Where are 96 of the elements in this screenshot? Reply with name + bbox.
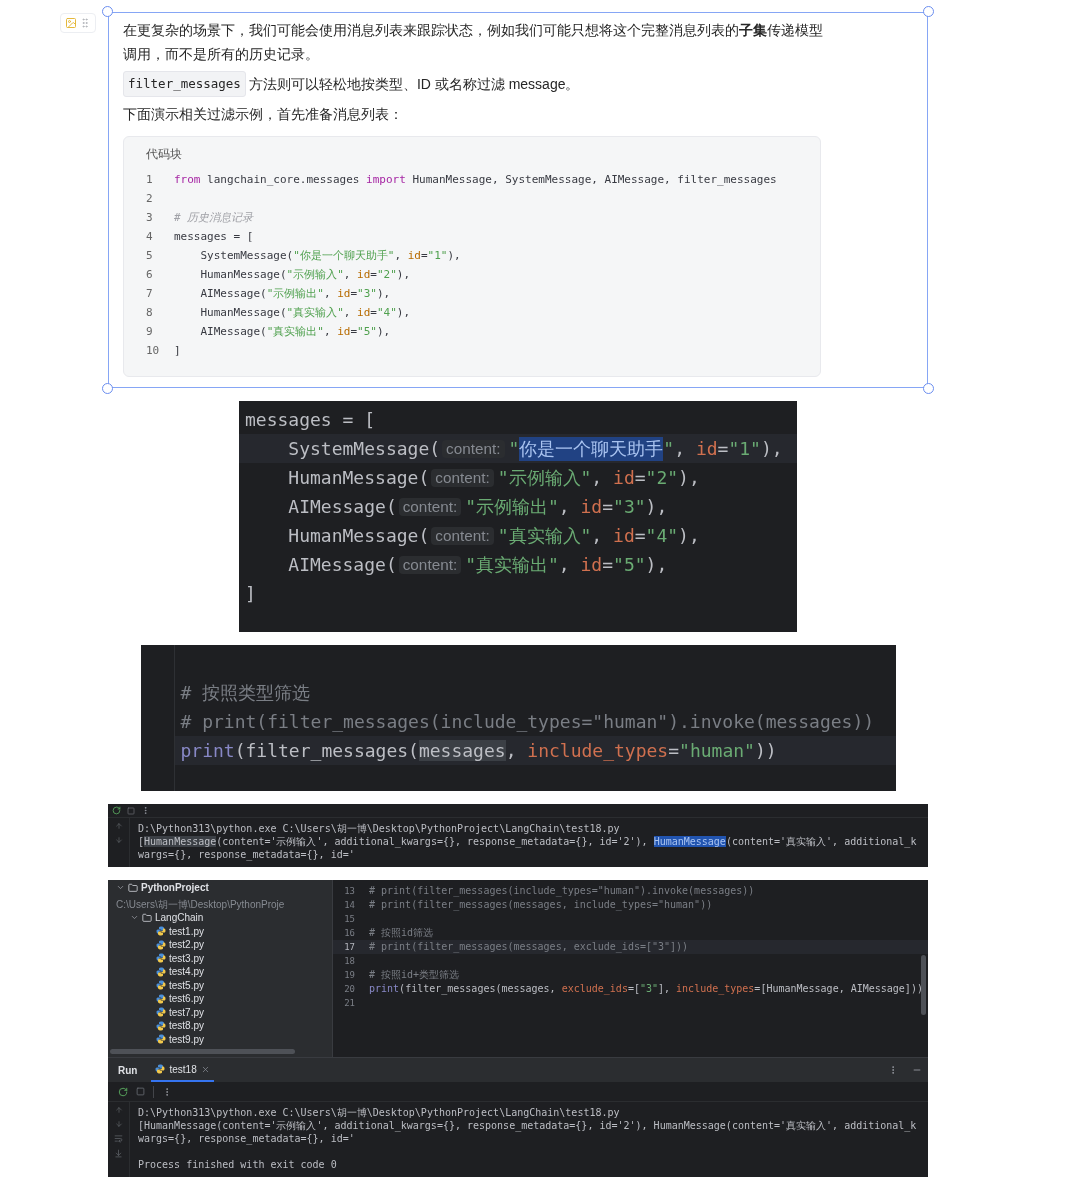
code-line: # 按照id+类型筛选 xyxy=(368,968,461,982)
code-line: # 历史消息记录 xyxy=(174,210,254,225)
python-file-icon xyxy=(156,993,166,1004)
resize-handle[interactable] xyxy=(923,6,934,17)
folder-tree-item[interactable]: LangChain xyxy=(108,911,332,925)
code-line: # 按照类型筛选 xyxy=(179,680,312,705)
python-file-icon xyxy=(156,966,166,977)
code-line: HumanMessage("示例输入", id="2"), xyxy=(199,267,411,282)
line-number: 15 xyxy=(343,913,356,926)
selected-text-block[interactable] xyxy=(108,12,928,388)
line-number: 13 xyxy=(343,885,356,898)
paragraph-text: 下面演示相关过滤示例，首先准备消息列表： xyxy=(123,105,404,124)
code-line: AIMessage( content: "真实输出", id="5"), xyxy=(287,552,669,577)
code-line: AIMessage("真实输出", id="5"), xyxy=(199,324,391,339)
code-line: from langchain_core.messages import HumanMessage, SystemMessage, AIMessage, filter_messages xyxy=(174,173,777,186)
file-tree-item[interactable]: test5.py xyxy=(108,978,332,992)
line-number: 17 xyxy=(333,940,363,954)
paragraph-text: 方法则可以轻松地按类型、ID 或名称过滤 message。 xyxy=(248,75,580,94)
file-tree-item[interactable]: test4.py xyxy=(108,965,332,979)
paragraph-text: 在更复杂的场景下，我们可能会使用消息列表来跟踪状态，例如我们可能只想将这个完整消息列表的子集传递模型调用，而不是所有的历史记录。 xyxy=(123,21,823,64)
console-output-line: D:\Python313\python.exe C:\Users\胡一博\Desktop\PythonProject\LangChain\test18.py xyxy=(138,1106,621,1119)
code-line: HumanMessage("真实输入", id="4"), xyxy=(199,305,411,320)
file-tree-item[interactable]: test9.py xyxy=(108,1032,332,1046)
code-line: SystemMessage("你是一个聊天助手", id="1"), xyxy=(199,248,461,263)
code-line: HumanMessage( content: "示例输入", id="2"), xyxy=(287,465,701,490)
resize-handle[interactable] xyxy=(102,383,113,394)
code-block-label: 代码块 xyxy=(146,146,183,163)
line-number: 10 xyxy=(146,344,161,357)
line-number: 14 xyxy=(343,899,356,912)
stop-icon[interactable] xyxy=(136,1087,145,1096)
console-output-line: D:\Python313\python.exe C:\Users\胡一博\Desktop\PythonProject\LangChain\test18.py xyxy=(138,822,621,835)
folder-icon xyxy=(128,882,138,893)
folder-icon xyxy=(142,912,152,923)
up-arrow-icon[interactable] xyxy=(114,822,123,830)
line-number: 3 xyxy=(146,211,154,224)
scrollbar[interactable] xyxy=(110,1049,295,1054)
rerun-icon[interactable] xyxy=(112,806,121,815)
run-panel-title: Run xyxy=(118,1064,138,1076)
line-number: 1 xyxy=(146,173,154,186)
line-number: 5 xyxy=(146,249,154,262)
python-file-icon xyxy=(156,1020,166,1031)
code-line: ] xyxy=(174,344,181,357)
line-number: 4 xyxy=(146,230,154,243)
up-arrow-icon[interactable] xyxy=(114,1106,123,1114)
scroll-to-end-icon[interactable] xyxy=(114,1149,123,1158)
line-number: 2 xyxy=(146,192,154,205)
image-icon[interactable] xyxy=(65,17,77,29)
file-tree-item[interactable]: test7.py xyxy=(108,1005,332,1019)
line-number: 7 xyxy=(146,287,154,300)
file-tree-item[interactable]: test3.py xyxy=(108,951,332,965)
code-line: print(filter_messages(messages, exclude_ids=["3"], include_types=[HumanMessage, AIMessage])) xyxy=(368,982,924,996)
python-file-icon xyxy=(156,953,166,964)
file-tree-item[interactable]: test1.py xyxy=(108,924,332,938)
console-output-line: Process finished with exit code 0 xyxy=(138,1158,338,1171)
file-tree-item[interactable]: test8.py xyxy=(108,1019,332,1033)
block-toolbar[interactable] xyxy=(60,13,96,33)
drag-handle-icon[interactable] xyxy=(79,17,91,29)
python-file-icon xyxy=(156,939,166,950)
rerun-icon[interactable] xyxy=(118,1086,128,1097)
code-line: AIMessage( content: "示例输出", id="3"), xyxy=(287,494,669,519)
line-number: 19 xyxy=(343,969,356,982)
down-arrow-icon[interactable] xyxy=(114,1120,123,1128)
code-line: ] xyxy=(244,582,257,606)
more-icon[interactable] xyxy=(141,806,150,815)
file-tree-item[interactable]: test6.py xyxy=(108,992,332,1006)
python-file-icon xyxy=(156,980,166,991)
code-line: # print(filter_messages(messages, include_types="human")) xyxy=(368,898,714,912)
resize-handle[interactable] xyxy=(102,6,113,17)
code-line: # print(filter_messages(include_types="human").invoke(messages)) xyxy=(368,884,756,898)
inline-code: filter_messages xyxy=(123,71,246,97)
line-number: 16 xyxy=(343,927,356,940)
line-number: 20 xyxy=(343,983,356,996)
down-arrow-icon[interactable] xyxy=(114,836,123,844)
file-tree-item[interactable]: test2.py xyxy=(108,938,332,952)
console-output-line: [HumanMessage(content='示例输入', additional_kwargs={}, response_metadata={}, id='2'), HumanMessage(content='真实输入', additional_kwargs={}, response_metadata={}, id=' xyxy=(138,1119,918,1145)
soft-wrap-icon[interactable] xyxy=(114,1134,123,1143)
code-line: messages = [ xyxy=(244,408,377,432)
resize-handle[interactable] xyxy=(923,383,934,394)
line-number: 21 xyxy=(343,997,356,1010)
line-number: 8 xyxy=(146,306,154,319)
python-file-icon xyxy=(156,1034,166,1045)
code-line: AIMessage("示例输出", id="3"), xyxy=(199,286,391,301)
code-line: # print(filter_messages(include_types="human").invoke(messages)) xyxy=(179,710,876,734)
line-number: 6 xyxy=(146,268,154,281)
stop-icon[interactable] xyxy=(127,806,135,815)
code-line: messages = [ xyxy=(174,230,254,243)
line-number: 18 xyxy=(343,955,356,968)
python-file-icon xyxy=(156,1007,166,1018)
code-line: HumanMessage( content: "真实输入", id="4"), xyxy=(287,523,701,548)
close-icon[interactable] xyxy=(200,1064,210,1074)
python-file-icon xyxy=(155,1064,166,1074)
scrollbar[interactable] xyxy=(921,955,926,1015)
code-line: # 按照id筛选 xyxy=(368,926,435,940)
python-file-icon xyxy=(156,926,166,937)
line-number: 9 xyxy=(146,325,154,338)
run-tab[interactable]: test18 xyxy=(151,1058,214,1082)
